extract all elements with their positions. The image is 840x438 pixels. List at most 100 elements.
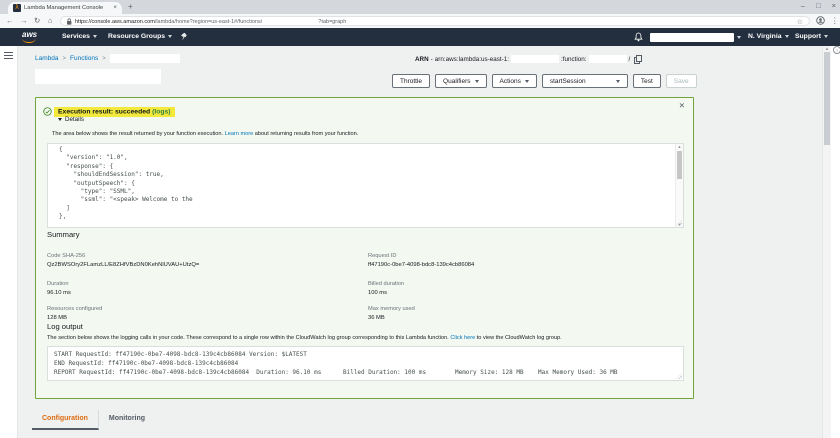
chevron-down-icon [93,35,97,38]
chevron-down-icon [616,80,620,83]
arn-dash: - [431,56,433,63]
log-output-description: The section below shows the logging call… [47,335,562,341]
json-line: "shouldEndSession": true, [59,171,669,179]
tab-monitoring[interactable]: Monitoring [99,410,155,430]
browser-toolbar: ← → ↻ ⌂ https://console.aws.amazon.com/l… [0,14,840,28]
new-tab-icon[interactable]: + [128,3,133,11]
breadcrumb-lambda[interactable]: Lambda [35,55,59,62]
back-icon[interactable]: ← [6,17,14,25]
collapsed-sidebar [0,46,18,438]
arn-suffix: / [629,56,631,63]
success-check-icon [43,103,52,121]
bookmark-star-icon[interactable]: ☆ [797,18,803,26]
summary-field-code-sha: Code SHA-256 Qz2BWSOry2FLamzLL/E8ZHfVBzD… [47,253,199,268]
field-label: Billed duration [368,281,404,287]
actions-button[interactable]: Actions [492,74,537,88]
scroll-up-icon[interactable]: ▲ [676,144,683,149]
save-button[interactable]: Save [666,74,697,88]
arn-function-segment: :function: [561,56,587,63]
test-button[interactable]: Test [633,74,661,88]
refresh-icon[interactable]: ↻ [34,17,40,25]
browser-menu-icon[interactable]: ⋮ [831,17,839,25]
nav-services[interactable]: Services [62,33,97,40]
arn-prefix: arn:aws:lambda:us-east-1: [435,56,509,63]
nav-services-label: Services [62,33,90,40]
breadcrumb-separator: > [102,56,106,62]
result-title-text: Execution result: succeeded [58,108,150,115]
tab-close-icon[interactable]: × [113,4,117,12]
field-value: 128 MB [47,315,102,321]
click-here-link[interactable]: Click here [450,335,475,341]
feedback-info-icon[interactable]: ? [833,46,840,54]
panel-close-icon[interactable]: ✕ [679,102,685,110]
test-event-select[interactable]: startSession [542,74,628,88]
breadcrumb: Lambda > Functions > [35,54,180,63]
save-label: Save [674,78,689,85]
right-edge-strip [831,46,840,438]
json-line: "response": { [59,163,669,171]
aws-nav-bar: aws Services Resource Groups N. Virginia… [0,28,840,46]
action-buttons-row: Throttle Qualifiers Actions startSession… [392,74,697,88]
result-json-box[interactable]: { "version": "1.0", "response": { "shoul… [47,143,684,228]
browser-tab[interactable]: λ Lambda Management Console × [8,2,122,14]
details-toggle[interactable]: Details [58,116,84,123]
pin-icon[interactable] [180,32,188,41]
redacted-account-id [511,55,559,63]
console-page: Lambda > Functions > ARN - arn:aws:lambd… [0,46,840,438]
minimize-icon[interactable]: – [801,1,805,11]
log-line-end: END RequestId: ff47190c-0be7-4098-bdc8-1… [54,359,673,368]
chevron-down-icon [785,35,789,38]
nav-resource-groups[interactable]: Resource Groups [108,33,172,40]
page-scrollbar[interactable]: ▲ [822,46,831,438]
hamburger-menu-icon[interactable] [4,52,13,61]
redacted-url-segment [262,18,318,25]
actions-label: Actions [500,78,521,85]
region-label: N. Virginia [748,33,782,40]
aws-favicon-icon: λ [13,4,21,12]
forward-icon[interactable]: → [20,17,28,25]
chevron-down-icon [737,36,741,39]
summary-field-max-memory: Max memory used 36 MB [368,306,415,321]
profile-icon[interactable] [816,16,825,27]
learn-more-link[interactable]: Learn more [225,131,254,137]
tab-configuration[interactable]: Configuration [32,410,99,430]
throttle-button[interactable]: Throttle [392,74,430,88]
url-path: /lambda/home?region=us-east-1#/functions… [155,18,262,24]
test-event-value: startSession [550,78,586,85]
field-value: Qz2BWSOry2FLamzLL/E8ZHfVBzDN0KehNlUVAU+U… [47,262,199,268]
copy-arn-icon[interactable] [634,55,641,63]
breadcrumb-separator: > [63,56,67,62]
qualifiers-button[interactable]: Qualifiers [435,74,486,88]
chevron-down-icon [525,80,529,83]
throttle-label: Throttle [400,78,422,85]
account-menu[interactable] [650,33,741,42]
summary-field-duration: Duration 96.10 ms [47,281,71,296]
url-domain: https://console.aws.amazon.com [75,18,155,24]
log-description-tail: to view the CloudWatch log group. [477,335,562,341]
logs-link[interactable]: (logs) [152,108,171,115]
region-menu[interactable]: N. Virginia [748,33,789,40]
log-output-box[interactable]: START RequestId: ff47190c-0be7-4098-bdc8… [47,346,684,381]
lock-icon [66,18,72,25]
json-line: "version": "1.0", [59,154,669,162]
field-label: Resources configured [47,306,102,312]
json-line: { [59,146,669,154]
json-scrollbar[interactable]: ▲ ▼ [675,144,683,227]
notifications-bell-icon[interactable] [634,32,643,42]
summary-field-billed-duration: Billed duration 100 ms [368,281,404,296]
resize-grip-icon[interactable] [676,373,682,379]
page-scrollbar-thumb[interactable] [824,52,830,145]
json-scrollbar-thumb[interactable] [677,151,682,179]
aws-logo[interactable]: aws [22,31,37,43]
chevron-down-icon [824,35,828,38]
support-menu[interactable]: Support [795,33,828,40]
field-value: 96.10 ms [47,290,71,296]
log-line-start: START RequestId: ff47190c-0be7-4098-bdc8… [54,350,673,359]
window-close-icon[interactable]: × [832,1,836,11]
home-icon[interactable]: ⌂ [48,17,53,25]
maximize-icon[interactable]: □ [816,1,821,11]
window-controls: – □ × [801,1,836,11]
breadcrumb-functions[interactable]: Functions [70,55,98,62]
address-bar[interactable]: https://console.aws.amazon.com/lambda/ho… [60,16,810,26]
json-line: "type": "SSML", [59,188,669,196]
